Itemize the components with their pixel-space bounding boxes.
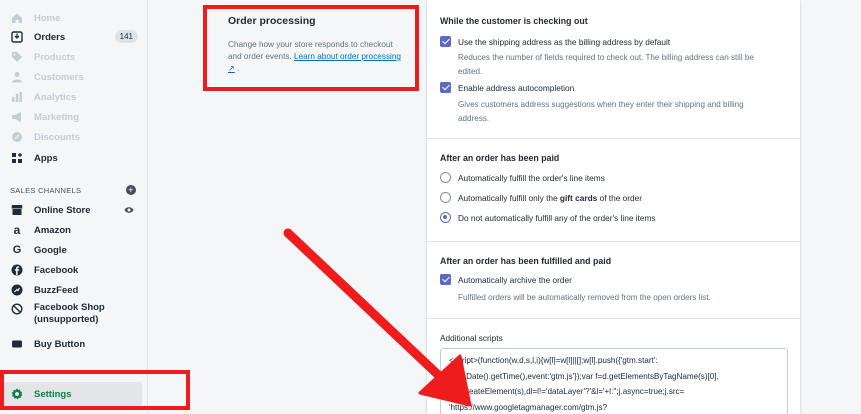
facebook-icon (10, 263, 24, 277)
no-icon (10, 302, 24, 316)
radio-label-bold: gift cards (559, 192, 598, 203)
sidebar-item-home[interactable]: Home (10, 8, 142, 28)
radio-label: Automatically fulfill the order's line i… (458, 172, 605, 183)
sidebar-item-label: Products (34, 51, 76, 63)
sales-channels-heading: SALES CHANNELS + (10, 185, 136, 195)
buy-button-icon (10, 337, 24, 351)
sidebar-item-label: BuzzFeed (34, 284, 79, 296)
shipping-as-billing-checkbox[interactable] (440, 36, 451, 47)
additional-scripts-textarea[interactable]: <script>(function(w,d,s,l,i){w[l]=w[l]||… (440, 348, 788, 414)
fulfilled-section: After an order has been fulfilled and pa… (427, 242, 800, 319)
archive-order-option[interactable]: Automatically archive the order (440, 274, 572, 285)
sidebar-item-products[interactable]: Products (10, 47, 142, 67)
sidebar-item-label: Facebook (34, 264, 79, 276)
shipping-as-billing-option[interactable]: Use the shipping address as the billing … (440, 36, 670, 47)
megaphone-icon (10, 110, 24, 124)
sidebar-item-label: Marketing (34, 111, 79, 123)
sidebar-item-label: Discounts (34, 131, 80, 143)
sidebar-item-facebook[interactable]: Facebook (10, 260, 142, 280)
order-processing-card: While the customer is checking out Use t… (427, 0, 800, 414)
radio-label-post: of the order (597, 192, 643, 203)
sidebar-item-buy-button[interactable]: Buy Button (10, 334, 142, 354)
sidebar-item-label: Apps (34, 152, 58, 164)
fulfill-line-items-radio[interactable] (440, 172, 451, 183)
sidebar-item-label-wrap: Facebook Shop (unsupported) (34, 302, 105, 326)
sidebar-item-facebook-shop[interactable]: Facebook Shop (unsupported) (10, 302, 142, 328)
sidebar-item-label: Analytics (34, 91, 77, 103)
fulfill-gift-cards-radio-row[interactable]: Automatically fulfill only the gift card… (440, 192, 642, 203)
sales-channels-label: SALES CHANNELS (10, 185, 82, 195)
sidebar-item-customers[interactable]: Customers (10, 67, 142, 87)
help-text-line: Reduces the number of fields required to… (458, 53, 754, 62)
sidebar-item-apps[interactable]: Apps (10, 148, 142, 168)
checkout-section: While the customer is checking out Use t… (427, 0, 800, 139)
google-icon: G (12, 244, 22, 256)
discount-icon (10, 130, 24, 144)
archive-order-checkbox[interactable] (440, 274, 451, 285)
sidebar-item-online-store[interactable]: Online Store (10, 200, 142, 220)
sidebar-item-sublabel: (unsupported) (34, 314, 99, 325)
amazon-icon: a (13, 223, 21, 237)
sidebar-item-google[interactable]: G Google (10, 240, 142, 260)
buzzfeed-icon (10, 283, 24, 297)
do-not-fulfill-radio[interactable] (440, 212, 451, 223)
tag-icon (10, 50, 24, 64)
settings-highlight (0, 370, 190, 410)
sidebar-item-label: Google (34, 244, 67, 256)
apps-icon (10, 151, 24, 165)
sidebar-item-label: Home (34, 12, 61, 24)
fulfilled-section-title: After an order has been fulfilled and pa… (440, 256, 612, 266)
orders-count-badge: 141 (114, 30, 138, 43)
sidebar-item-buzzfeed[interactable]: BuzzFeed (10, 280, 142, 300)
address-autocomplete-help: Gives customers address suggestions when… (458, 98, 788, 125)
help-text-line: address. (458, 113, 490, 123)
additional-scripts-label: Additional scripts (440, 333, 503, 343)
eye-icon[interactable] (124, 205, 134, 215)
checkout-section-title: While the customer is checking out (440, 16, 588, 26)
paid-section: After an order has been paid Automatical… (427, 139, 800, 242)
do-not-fulfill-radio-row[interactable]: Do not automatically fulfill any of the … (440, 212, 656, 223)
home-icon (10, 11, 24, 25)
sidebar-item-label: Customers (34, 71, 84, 83)
sidebar-item-marketing[interactable]: Marketing (10, 107, 142, 127)
order-processing-highlight (203, 5, 419, 91)
sidebar-item-label: Orders (34, 31, 66, 43)
help-text-line: Gives customers address suggestions when… (458, 100, 744, 109)
fulfill-gift-cards-radio[interactable] (440, 192, 451, 203)
sidebar-item-amazon[interactable]: a Amazon (10, 220, 142, 240)
radio-label-pre: Automatically fulfill only the (458, 192, 560, 203)
sidebar-item-discounts[interactable]: Discounts (10, 127, 142, 147)
shipping-as-billing-label: Use the shipping address as the billing … (458, 36, 671, 47)
add-channel-icon[interactable]: + (126, 185, 136, 195)
address-autocomplete-label: Enable address autocompletion (458, 82, 575, 93)
bar-chart-icon (10, 90, 24, 104)
orders-icon (10, 30, 24, 44)
radio-label: Do not automatically fulfill any of the … (458, 212, 656, 223)
sidebar-item-analytics[interactable]: Analytics (10, 87, 142, 107)
shipping-as-billing-help: Reduces the number of fields required to… (458, 51, 788, 78)
archive-order-help: Fulfilled orders will be automatically r… (458, 293, 711, 302)
paid-section-title: After an order has been paid (440, 153, 560, 163)
sidebar-item-label: Amazon (34, 224, 71, 236)
sidebar-item-orders[interactable]: Orders 141 (10, 27, 142, 47)
archive-order-label: Automatically archive the order (458, 274, 572, 285)
person-icon (10, 70, 24, 84)
sidebar: Home Orders 141 Products Customers Analy… (0, 0, 148, 414)
sidebar-item-label: Online Store (34, 204, 91, 216)
address-autocomplete-option[interactable]: Enable address autocompletion (440, 82, 574, 93)
radio-label: Automatically fulfill only the gift card… (458, 193, 642, 203)
store-icon (10, 203, 24, 217)
sidebar-item-label: Facebook Shop (34, 302, 105, 313)
address-autocomplete-checkbox[interactable] (440, 82, 451, 93)
help-text-line: edited. (458, 66, 483, 76)
sidebar-item-label: Buy Button (34, 338, 86, 350)
fulfill-line-items-radio-row[interactable]: Automatically fulfill the order's line i… (440, 172, 605, 183)
